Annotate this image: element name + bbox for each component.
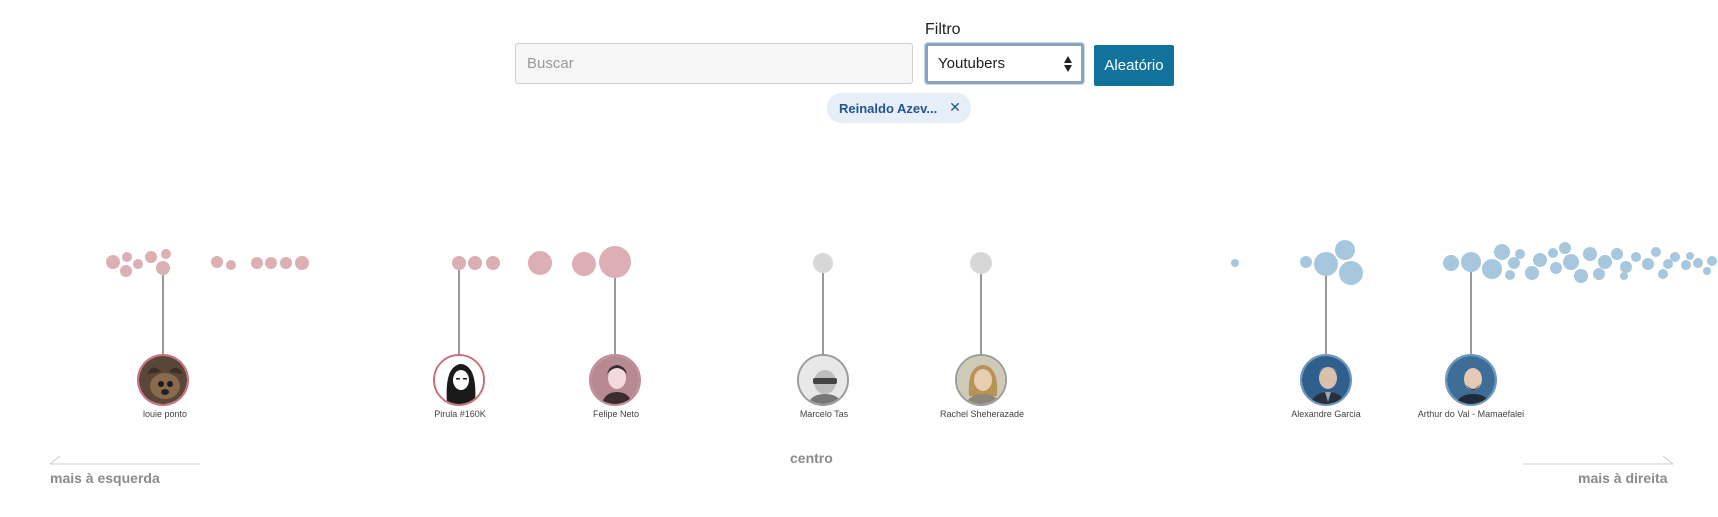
avatar-pirula[interactable] <box>433 354 485 406</box>
channel-bubble[interactable] <box>1550 262 1562 274</box>
person-photo-icon <box>1447 356 1495 404</box>
channel-bubble[interactable] <box>572 252 596 276</box>
avatar-arthur-do-val[interactable] <box>1445 354 1497 406</box>
right-scale-label: mais à direita <box>1578 470 1668 486</box>
channel-bubble[interactable] <box>265 257 277 269</box>
channel-bubble[interactable] <box>280 257 292 269</box>
channel-bubble[interactable] <box>1548 248 1558 258</box>
avatar-alexandre-garcia[interactable] <box>1300 354 1352 406</box>
channel-bubble[interactable] <box>1620 272 1628 280</box>
person-name: louie ponto <box>142 409 188 419</box>
channel-bubble[interactable] <box>1461 252 1481 272</box>
channel-bubble[interactable] <box>1620 261 1632 273</box>
channel-bubble[interactable] <box>1574 269 1588 283</box>
person-name: Felipe Neto <box>592 409 640 419</box>
channel-bubble[interactable] <box>1658 269 1668 279</box>
avatar-marcelo-tas[interactable] <box>797 354 849 406</box>
channel-bubble[interactable] <box>1482 259 1502 279</box>
channel-bubble[interactable] <box>1505 270 1515 280</box>
channel-bubble[interactable] <box>295 256 309 270</box>
channel-bubble[interactable] <box>1693 258 1703 268</box>
person-name: Marcelo Tas <box>799 409 849 419</box>
channel-bubble[interactable] <box>1611 248 1623 260</box>
channel-bubble[interactable] <box>1494 244 1510 260</box>
person-photo-icon <box>799 356 847 404</box>
avatar-louie-ponto[interactable] <box>137 354 189 406</box>
avatar-rachel-sheherazade[interactable] <box>955 354 1007 406</box>
channel-bubble[interactable] <box>970 252 992 274</box>
right-arrow-line <box>1523 455 1674 465</box>
center-scale-label: centro <box>790 450 833 466</box>
political-spectrum-plot <box>49 240 1717 465</box>
sketch-face-icon <box>435 356 483 404</box>
person-name: Arthur do Val - Mamaefalei <box>1417 409 1525 419</box>
channel-bubble[interactable] <box>161 249 171 259</box>
channel-bubble[interactable] <box>1533 253 1547 267</box>
channel-bubble[interactable] <box>452 256 466 270</box>
channel-bubble[interactable] <box>1508 257 1520 269</box>
channel-bubble[interactable] <box>1515 249 1525 259</box>
channel-bubble[interactable] <box>1703 267 1711 275</box>
channel-bubble[interactable] <box>251 257 263 269</box>
channel-bubble[interactable] <box>226 260 236 270</box>
channel-bubble[interactable] <box>528 251 552 275</box>
channel-bubble[interactable] <box>1314 252 1338 276</box>
channel-bubble[interactable] <box>1681 260 1691 270</box>
channel-bubble[interactable] <box>120 265 132 277</box>
person-name: Alexandre Garcia <box>1291 409 1361 419</box>
channel-bubble[interactable] <box>122 252 132 262</box>
channel-bubble[interactable] <box>1598 255 1612 269</box>
channel-bubble[interactable] <box>211 256 223 268</box>
channel-bubble[interactable] <box>1670 252 1680 262</box>
channel-bubble[interactable] <box>156 261 170 275</box>
channel-bubble[interactable] <box>468 256 482 270</box>
channel-bubble[interactable] <box>1707 256 1717 266</box>
channel-bubble[interactable] <box>1651 247 1661 257</box>
person-photo-icon <box>957 356 1005 404</box>
left-scale-label: mais à esquerda <box>50 470 160 486</box>
person-photo-icon <box>1302 356 1350 404</box>
channel-bubble[interactable] <box>1642 258 1654 270</box>
channel-bubble[interactable] <box>1686 252 1694 260</box>
channel-bubble[interactable] <box>1300 256 1312 268</box>
channel-bubble[interactable] <box>1525 266 1539 280</box>
person-photo-icon <box>591 356 639 404</box>
channel-bubble[interactable] <box>1559 242 1571 254</box>
channel-bubble[interactable] <box>1583 247 1597 261</box>
avatar-felipe-neto[interactable] <box>589 354 641 406</box>
person-name: Rachel Sheherazade <box>939 409 1025 419</box>
person-name: Pirula #160K <box>434 409 486 419</box>
channel-bubble[interactable] <box>133 259 143 269</box>
channel-bubble[interactable] <box>1339 261 1363 285</box>
channel-bubble[interactable] <box>1593 268 1605 280</box>
channel-bubble[interactable] <box>599 246 631 278</box>
channel-bubble[interactable] <box>486 256 500 270</box>
channel-bubble[interactable] <box>1563 254 1579 270</box>
channel-bubble[interactable] <box>106 255 120 269</box>
channel-bubble[interactable] <box>1231 259 1239 267</box>
channel-bubble[interactable] <box>145 251 157 263</box>
dog-photo-icon <box>139 356 187 404</box>
left-arrow-line <box>49 455 200 465</box>
channel-bubble[interactable] <box>1335 240 1355 260</box>
channel-bubble[interactable] <box>1443 255 1459 271</box>
channel-bubble[interactable] <box>813 253 833 273</box>
channel-bubble[interactable] <box>1631 252 1641 262</box>
